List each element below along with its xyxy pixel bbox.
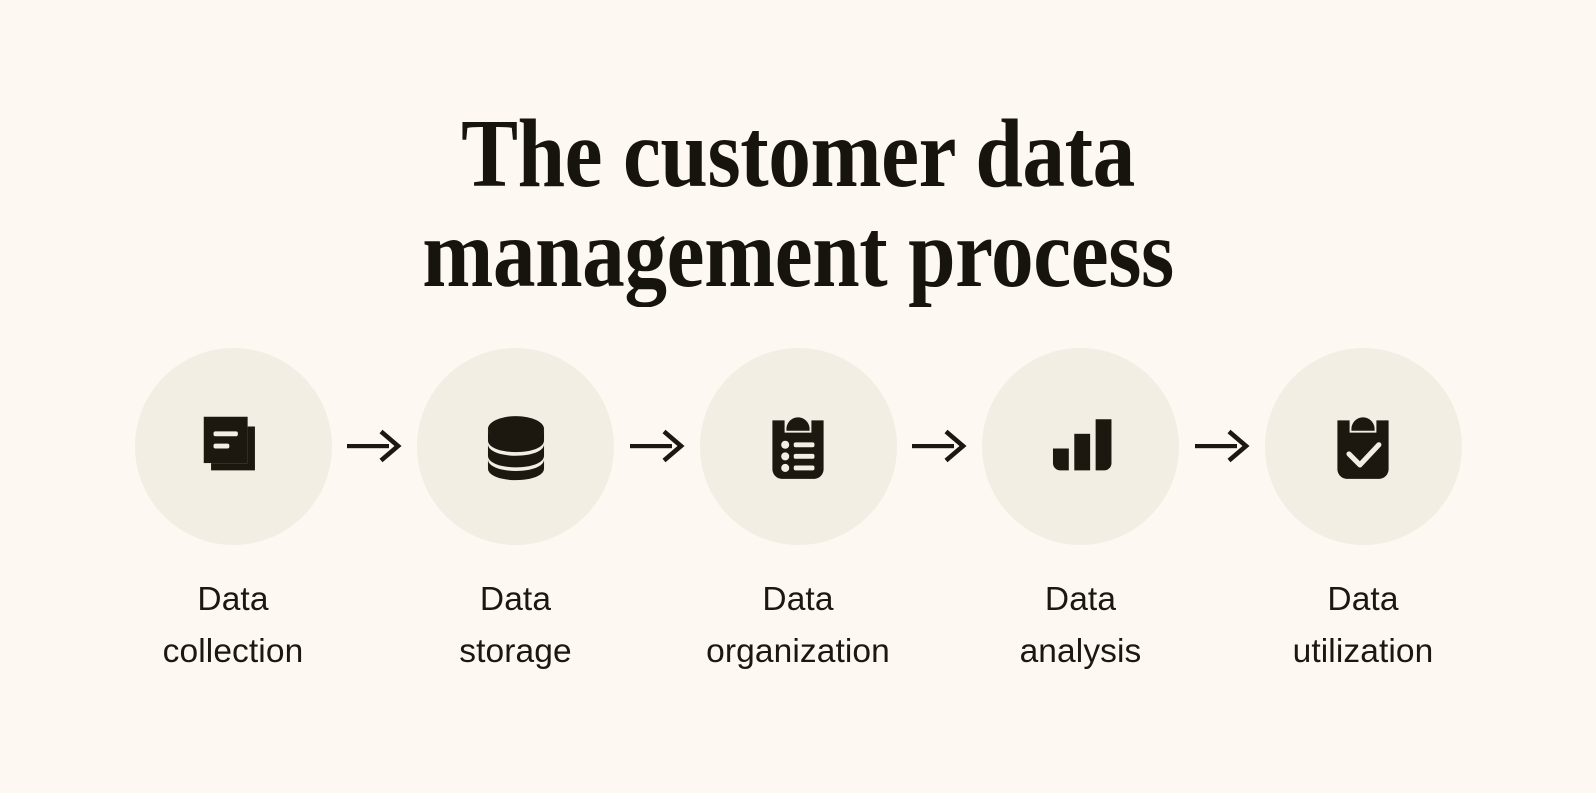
arrow-right-icon <box>629 430 685 463</box>
step-icon-circle <box>982 347 1179 545</box>
step-label: Data organization <box>706 580 890 671</box>
database-stack-icon <box>487 416 544 481</box>
clipboard-check-icon <box>1337 417 1389 480</box>
step-label: Data storage <box>459 580 572 671</box>
title-block: The customer data management process <box>348 104 1248 304</box>
step-label: Data utilization <box>1292 580 1434 671</box>
arrow-right-icon <box>347 430 402 463</box>
flow-arrow-4 <box>1189 348 1255 545</box>
process-step-data-analysis[interactable]: Data analysis <box>981 347 1181 679</box>
flow-arrow-2 <box>624 348 690 545</box>
process-step-data-organization[interactable]: Data organization <box>698 347 898 679</box>
process-step-data-collection[interactable]: Data collection <box>133 347 333 679</box>
step-icon-circle <box>417 347 614 545</box>
flow-arrow-1 <box>341 348 407 545</box>
step-icon-circle <box>1264 347 1462 545</box>
flow-arrow-3 <box>906 348 972 545</box>
page-title: The customer data management process <box>422 100 1174 307</box>
infographic-root: The customer data management process Dat… <box>0 0 1596 793</box>
process-step-data-utilization[interactable]: Data utilization <box>1263 347 1463 679</box>
bar-chart-icon <box>1052 419 1111 471</box>
process-step-data-storage[interactable]: Data storage <box>416 347 616 679</box>
clipboard-list-icon <box>772 417 824 480</box>
step-icon-circle <box>134 347 332 545</box>
step-label: Data collection <box>162 580 304 671</box>
process-flow: Data collection Data storage Data organi… <box>133 347 1463 679</box>
documents-icon <box>203 417 255 471</box>
arrow-right-icon <box>912 430 967 463</box>
arrow-right-icon <box>1194 430 1250 463</box>
step-label: Data analysis <box>1019 580 1142 671</box>
step-icon-circle <box>699 347 897 545</box>
